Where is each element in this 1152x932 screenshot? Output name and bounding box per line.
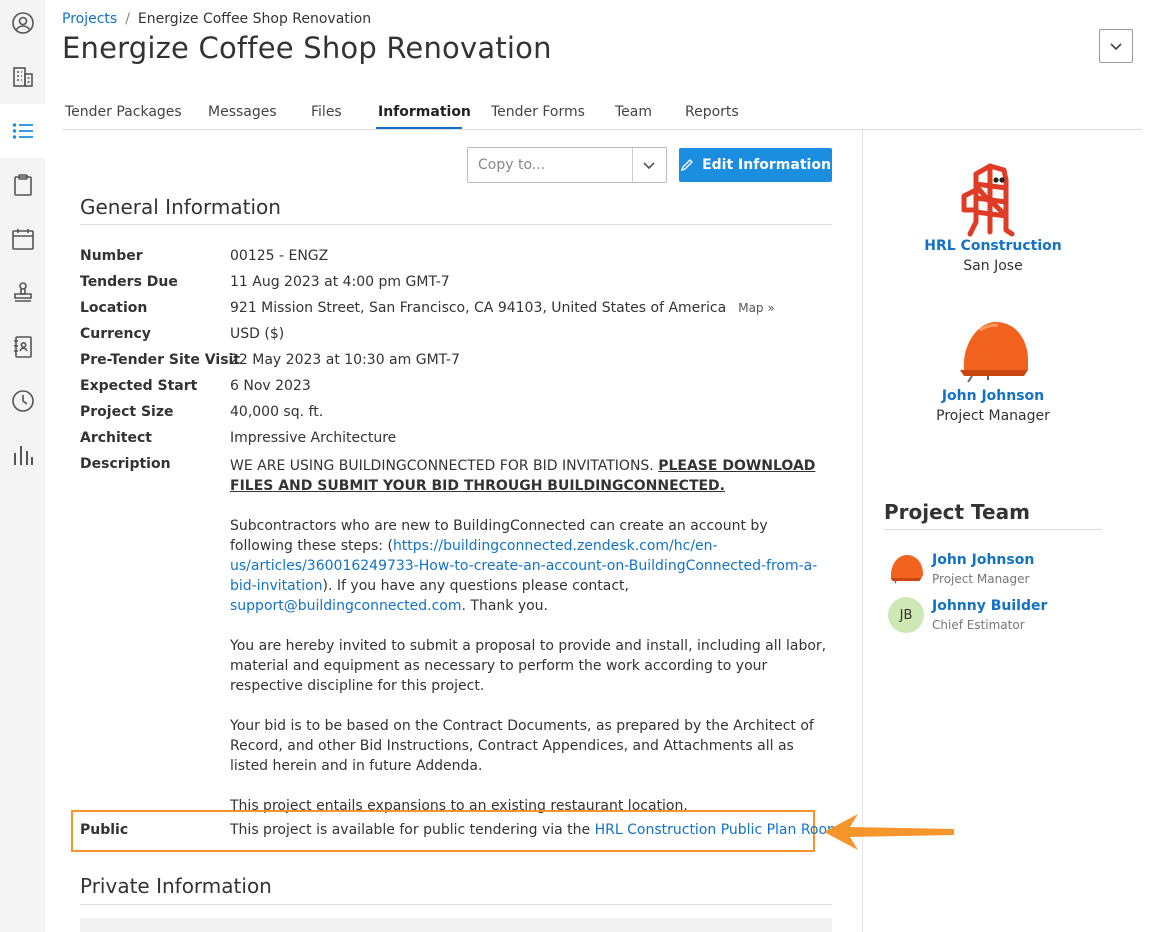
description-paragraph: Your bid is to be based on the Contract …	[230, 718, 814, 774]
manager-role: Project Manager	[936, 408, 1050, 424]
private-information-panel	[80, 918, 832, 932]
location-label: Location	[80, 300, 148, 316]
breadcrumb-current: Energize Coffee Shop Renovation	[137, 11, 372, 27]
edit-information-button[interactable]: Edit Information	[679, 148, 832, 182]
tab-reports[interactable]: Reports	[685, 104, 739, 120]
section-rule	[80, 224, 832, 225]
currency-value: USD ($)	[230, 326, 285, 342]
number-label: Number	[80, 248, 143, 264]
edit-information-label: Edit Information	[702, 157, 831, 173]
description-contact-text: ). If you have any questions please cont…	[322, 578, 629, 594]
team-member-name[interactable]: John Johnson	[932, 552, 1034, 568]
breadcrumb: Projects / Energize Coffee Shop Renovation	[62, 11, 371, 27]
public-label: Public	[80, 822, 129, 838]
project-team-heading: Project Team	[884, 500, 1030, 524]
sidebar	[0, 0, 45, 932]
company-name[interactable]: HRL Construction	[862, 238, 1124, 254]
page-title: Energize Coffee Shop Renovation	[62, 31, 552, 65]
select-divider	[632, 148, 633, 182]
project-size-label: Project Size	[80, 404, 174, 420]
public-text: This project is available for public ten…	[230, 822, 595, 838]
tab-messages[interactable]: Messages	[208, 104, 277, 120]
architect-value: Impressive Architecture	[230, 430, 397, 446]
project-tabs: Tender Packages Messages Files Informati…	[62, 96, 1142, 130]
tenders-due-label: Tenders Due	[80, 274, 178, 290]
company-logo-icon	[961, 163, 1015, 237]
general-information-heading: General Information	[80, 195, 281, 219]
helmet-icon	[960, 322, 1028, 382]
section-rule	[884, 529, 1102, 530]
team-member-role: Chief Estimator	[932, 618, 1025, 632]
support-email-link[interactable]: support@buildingconnected.com	[230, 598, 462, 614]
location-address: 921 Mission Street, San Francisco, CA 94…	[230, 300, 727, 316]
contacts-book-icon[interactable]	[0, 320, 45, 374]
section-rule	[80, 904, 832, 905]
architect-label: Architect	[80, 430, 152, 446]
company-city: San Jose	[963, 258, 1023, 274]
avatar: JB	[888, 597, 924, 633]
currency-label: Currency	[80, 326, 151, 342]
user-circle-icon[interactable]	[0, 0, 45, 50]
calendar-icon[interactable]	[0, 212, 45, 266]
description-intro: WE ARE USING BUILDINGCONNECTED FOR BID I…	[230, 458, 659, 474]
copy-to-select[interactable]: Copy to...	[467, 147, 667, 183]
public-plan-room-link[interactable]: HRL Construction Public Plan Room	[595, 822, 841, 838]
team-member-name[interactable]: Johnny Builder	[932, 598, 1047, 614]
description-thanks: . Thank you.	[461, 598, 549, 614]
description-paragraph: WE ARE USING BUILDINGCONNECTED FOR BID I…	[230, 456, 832, 496]
expected-start-label: Expected Start	[80, 378, 198, 394]
site-visit-value: 22 May 2023 at 10:30 am GMT-7	[230, 352, 460, 368]
tab-tender-packages[interactable]: Tender Packages	[65, 104, 182, 120]
tab-tender-forms[interactable]: Tender Forms	[491, 104, 585, 120]
clock-icon[interactable]	[0, 374, 45, 428]
breadcrumb-separator: /	[125, 11, 130, 27]
site-visit-label: Pre-Tender Site Visit	[80, 352, 241, 368]
tenders-due-value: 11 Aug 2023 at 4:00 pm GMT-7	[230, 274, 450, 290]
public-value: This project is available for public ten…	[230, 822, 841, 838]
description-paragraph: Subcontractors who are new to BuildingCo…	[230, 516, 832, 616]
description-paragraph: You are hereby invited to submit a propo…	[230, 638, 827, 694]
location-value: 921 Mission Street, San Francisco, CA 94…	[230, 300, 775, 316]
active-tab-indicator	[376, 127, 462, 129]
description-text: WE ARE USING BUILDINGCONNECTED FOR BID I…	[230, 456, 832, 836]
building-icon[interactable]	[0, 50, 45, 104]
helmet-avatar-icon	[889, 555, 923, 586]
list-icon[interactable]	[0, 104, 45, 158]
bar-chart-icon[interactable]	[0, 428, 45, 482]
expected-start-value: 6 Nov 2023	[230, 378, 311, 394]
breadcrumb-projects-link[interactable]: Projects	[62, 11, 117, 27]
description-label: Description	[80, 456, 171, 472]
stamp-icon[interactable]	[0, 266, 45, 320]
chevron-down-icon	[1110, 43, 1122, 51]
number-value: 00125 - ENGZ	[230, 248, 329, 264]
tab-files[interactable]: Files	[311, 104, 342, 120]
orange-arrow-icon	[824, 814, 954, 850]
copy-to-placeholder: Copy to...	[478, 157, 546, 173]
chevron-down-icon	[643, 162, 655, 170]
pencil-icon	[680, 159, 694, 172]
clipboard-icon[interactable]	[0, 158, 45, 212]
header-dropdown-button[interactable]	[1099, 29, 1133, 63]
private-information-heading: Private Information	[80, 874, 272, 898]
map-link[interactable]: Map »	[738, 301, 774, 315]
tab-team[interactable]: Team	[615, 104, 652, 120]
project-size-value: 40,000 sq. ft.	[230, 404, 324, 420]
manager-name[interactable]: John Johnson	[862, 388, 1124, 404]
tab-information[interactable]: Information	[378, 104, 471, 120]
team-member-role: Project Manager	[932, 572, 1030, 586]
